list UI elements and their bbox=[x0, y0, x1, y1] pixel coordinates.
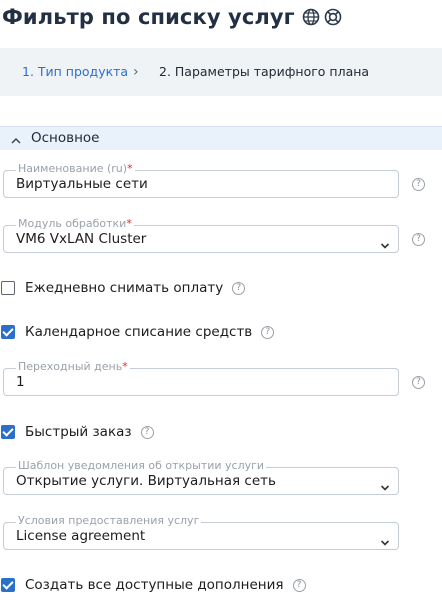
quick-order-row[interactable]: Быстрый заказ ? bbox=[0, 422, 154, 442]
daily-charge-label: Ежедневно снимать оплату bbox=[25, 280, 224, 296]
breadcrumb: 1. Тип продукта › 2. Параметры тарифного… bbox=[0, 48, 442, 96]
name-field[interactable]: Наименование (ru)* Виртуальные сети bbox=[3, 162, 399, 198]
help-icon-transition-day[interactable]: ? bbox=[412, 376, 425, 389]
transition-day-label: Переходный день* bbox=[16, 360, 130, 374]
help-icon-quick-order[interactable]: ? bbox=[140, 425, 154, 439]
chevron-down-icon bbox=[380, 477, 390, 491]
create-addons-checkbox[interactable] bbox=[1, 578, 15, 592]
notify-template-value: Открытие услуги. Виртуальная сеть bbox=[16, 473, 276, 489]
create-addons-row[interactable]: Создать все доступные дополнения ? bbox=[0, 575, 306, 595]
daily-charge-checkbox[interactable] bbox=[1, 281, 15, 295]
page-title: Фильтр по списку услуг bbox=[2, 5, 295, 29]
help-icon-daily-charge[interactable]: ? bbox=[232, 281, 246, 295]
notify-template-select[interactable]: Шаблон уведомления об открытии услуги От… bbox=[3, 459, 399, 495]
help-icon-name[interactable]: ? bbox=[412, 178, 425, 191]
calendar-charge-label: Календарное списание средств bbox=[25, 324, 253, 340]
quick-order-label: Быстрый заказ bbox=[25, 424, 132, 440]
globe-icon[interactable] bbox=[302, 8, 320, 26]
chevron-up-icon bbox=[10, 132, 22, 144]
breadcrumb-step-product-type[interactable]: 1. Тип продукта bbox=[22, 48, 128, 96]
help-icon-create-addons[interactable]: ? bbox=[292, 578, 306, 592]
terms-select[interactable]: Условия предоставления услуг License agr… bbox=[3, 514, 399, 550]
breadcrumb-separator: › bbox=[133, 64, 139, 80]
quick-order-checkbox[interactable] bbox=[1, 425, 15, 439]
create-addons-label: Создать все доступные дополнения bbox=[25, 577, 284, 593]
help-icon-module[interactable]: ? bbox=[412, 233, 425, 246]
name-field-value: Виртуальные сети bbox=[16, 176, 148, 192]
module-select-value: VM6 VxLAN Cluster bbox=[16, 231, 147, 247]
calendar-charge-row[interactable]: Календарное списание средств ? bbox=[0, 322, 275, 342]
transition-day-value: 1 bbox=[16, 374, 25, 390]
calendar-charge-checkbox[interactable] bbox=[1, 325, 15, 339]
module-select[interactable]: Модуль обработки* VM6 VxLAN Cluster bbox=[3, 217, 399, 253]
chevron-down-icon bbox=[380, 235, 390, 249]
lifebuoy-icon[interactable] bbox=[324, 8, 342, 26]
page-header: Фильтр по списку услуг bbox=[2, 2, 342, 32]
chevron-down-icon bbox=[380, 532, 390, 546]
transition-day-field[interactable]: Переходный день* 1 bbox=[3, 360, 399, 396]
section-title: Основное bbox=[31, 130, 100, 146]
daily-charge-row[interactable]: Ежедневно снимать оплату ? bbox=[0, 278, 246, 298]
breadcrumb-step-tariff-params: 2. Параметры тарифного плана bbox=[159, 64, 370, 79]
terms-value: License agreement bbox=[16, 528, 146, 544]
help-icon-calendar-charge[interactable]: ? bbox=[261, 325, 275, 339]
section-header-main[interactable]: Основное bbox=[0, 126, 442, 150]
